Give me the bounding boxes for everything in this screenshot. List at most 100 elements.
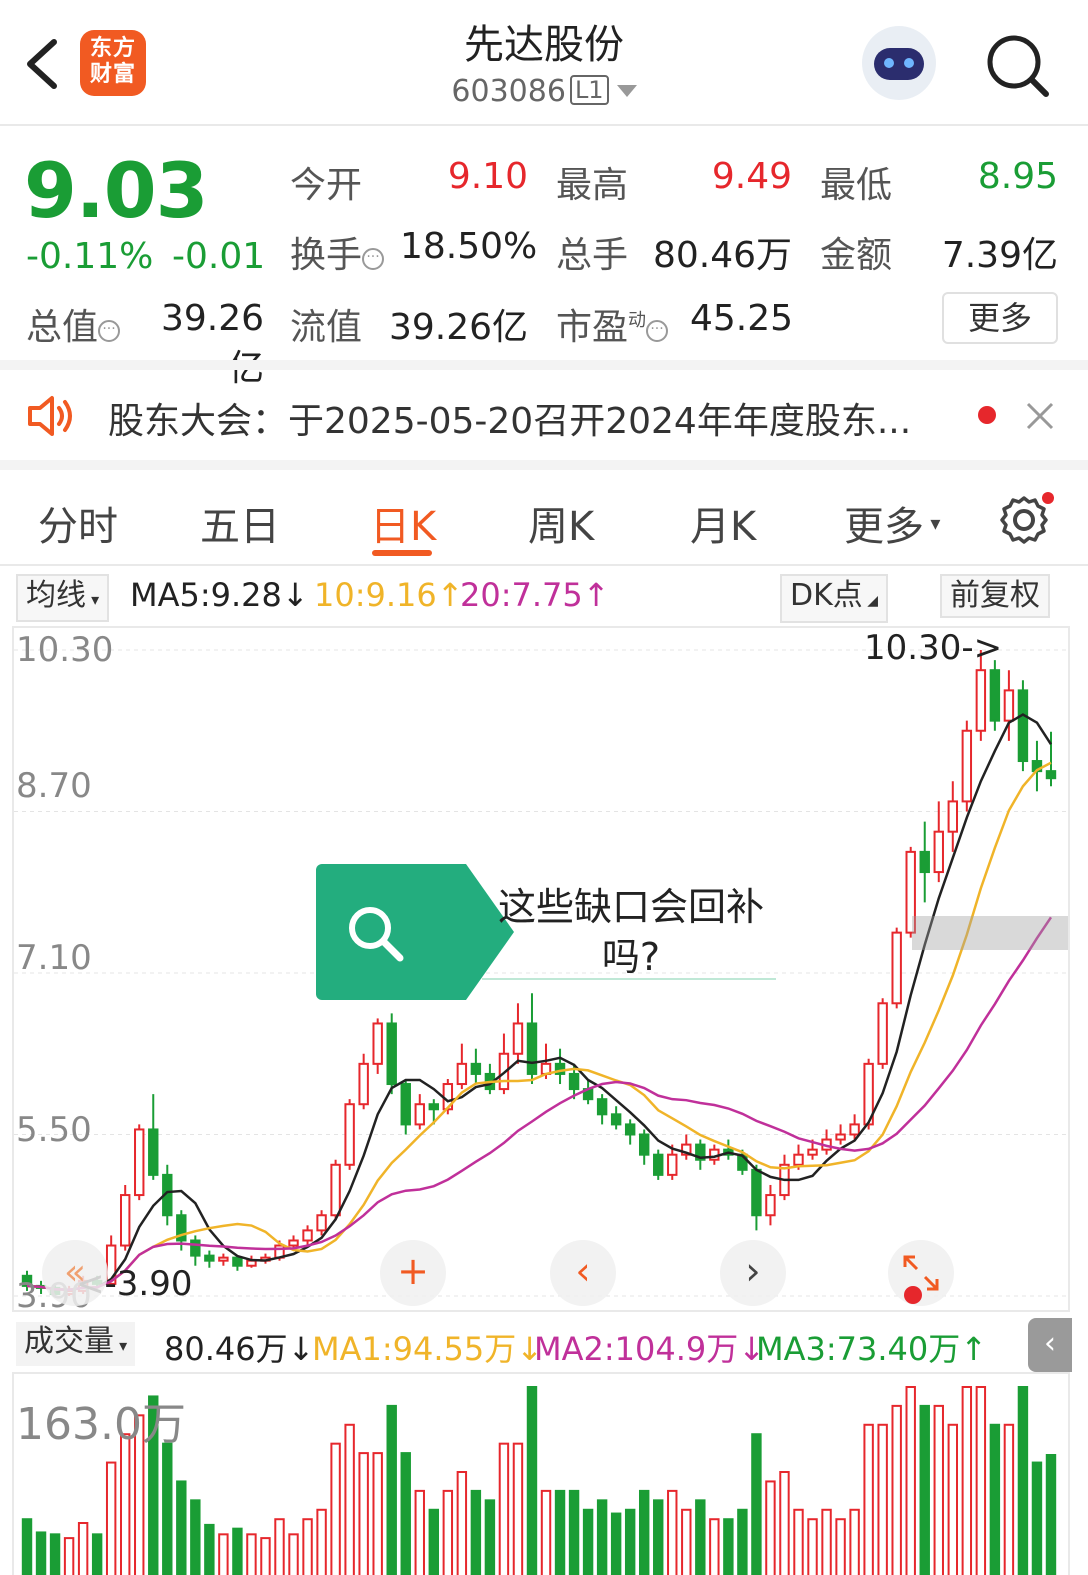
- volume-bar: [723, 1518, 734, 1575]
- volume-bar: [835, 1518, 846, 1575]
- candle: [653, 1149, 664, 1180]
- stock-code: 603086: [451, 74, 566, 109]
- candle: [512, 1003, 524, 1064]
- volume-bar: [484, 1499, 496, 1575]
- volume-bar: [470, 1489, 482, 1575]
- volume-bar: [288, 1533, 299, 1575]
- float-value: 39.26亿: [388, 307, 528, 348]
- amount-label: 金额: [820, 235, 893, 276]
- volume-label: 总手: [556, 235, 629, 276]
- collapse-panel-button[interactable]: ‹: [1028, 1318, 1072, 1372]
- volume-bar: [554, 1489, 566, 1575]
- volume-bar: [260, 1537, 271, 1575]
- volume-bar: [526, 1386, 538, 1575]
- gap-highlight: [912, 916, 1068, 950]
- volume-value: 80.46万: [652, 235, 792, 276]
- candle: [316, 1210, 327, 1236]
- volume-bar: [190, 1499, 201, 1575]
- candle: [765, 1184, 776, 1226]
- volume-bar: [246, 1533, 257, 1575]
- volume-bar: [63, 1537, 75, 1575]
- close-icon[interactable]: [1024, 400, 1056, 432]
- search-icon[interactable]: [982, 30, 1052, 100]
- volume-bar: [891, 1404, 902, 1575]
- volume-bar: [414, 1489, 425, 1575]
- candle: [947, 781, 959, 852]
- volume-bar: [933, 1404, 944, 1575]
- volume-bar: [274, 1518, 285, 1575]
- volume-bar: [386, 1404, 397, 1575]
- dk-button[interactable]: DK点 ◢: [780, 574, 888, 623]
- low-value: 8.95: [977, 156, 1058, 197]
- volume-bar: [512, 1442, 524, 1575]
- candle: [989, 660, 1001, 731]
- candle: [891, 927, 902, 1009]
- volume-bar: [119, 1433, 131, 1575]
- candle: [1031, 740, 1043, 792]
- candle: [933, 801, 944, 883]
- volume-bar: [582, 1508, 594, 1575]
- candle: [610, 1106, 622, 1130]
- volume-bar: [302, 1518, 313, 1575]
- candle: [302, 1225, 313, 1246]
- change-amount: -0.01: [172, 236, 266, 277]
- candle: [386, 1013, 397, 1095]
- candle: [344, 1099, 355, 1170]
- candle: [498, 1033, 510, 1095]
- candle: [372, 1018, 383, 1074]
- volume-bar: [316, 1508, 327, 1575]
- candle: [400, 1078, 411, 1135]
- gap-question-card[interactable]: 这些缺口会回补 吗?: [316, 864, 806, 1000]
- tab-more[interactable]: 更多 ▾: [844, 494, 940, 552]
- volume-bar: [695, 1499, 706, 1575]
- volume-bar: [596, 1499, 608, 1575]
- volume-bar: [49, 1533, 61, 1575]
- ma10-text: 10:9.16↑: [314, 576, 464, 614]
- mktcap-label: 总值 ···: [26, 298, 121, 350]
- volume-bar: [1031, 1461, 1043, 1575]
- dropdown-icon: [616, 85, 637, 97]
- candle: [821, 1129, 832, 1155]
- volume-bar: [91, 1533, 103, 1575]
- tab-five-day[interactable]: 五日: [200, 494, 280, 552]
- tab-intraday[interactable]: 分时: [38, 494, 118, 552]
- chevron-right-icon[interactable]: ›: [720, 1240, 786, 1306]
- volume-indicator-select[interactable]: 成交量 ▾: [16, 1322, 136, 1366]
- amount-value: 7.39亿: [941, 235, 1058, 276]
- scroll-left-button[interactable]: «: [42, 1240, 108, 1306]
- float-label: 流值: [290, 307, 363, 348]
- tab-weekly-k[interactable]: 周K: [528, 494, 594, 552]
- candle: [751, 1164, 762, 1231]
- volume-bar: [905, 1386, 916, 1575]
- chevron-left-icon[interactable]: ‹: [550, 1240, 616, 1306]
- candle: [119, 1184, 131, 1251]
- candle: [554, 1048, 566, 1085]
- tab-daily-k[interactable]: 日K: [370, 494, 436, 552]
- candle: [190, 1235, 201, 1266]
- candle: [624, 1119, 636, 1145]
- volume-axis-max: 163.0万: [16, 1399, 186, 1450]
- change-percent: -0.11%: [26, 236, 154, 277]
- open-value: 9.10: [447, 156, 528, 197]
- volume-bar: [667, 1489, 678, 1575]
- indicator-select[interactable]: 均线 ▾: [16, 574, 110, 622]
- more-button[interactable]: 更多: [942, 292, 1058, 344]
- notice-bar[interactable]: 股东大会：于2025-05-20召开2024年年度股东...: [0, 370, 1088, 462]
- tab-monthly-k[interactable]: 月K: [690, 494, 756, 552]
- volume-bar: [35, 1531, 47, 1575]
- volume-bar: [344, 1423, 355, 1575]
- max-price-marker: 10.30->: [864, 628, 1003, 668]
- price-axis-label: 8.70: [16, 766, 92, 806]
- volume-bar: [456, 1471, 468, 1575]
- assistant-robot-icon[interactable]: [862, 26, 936, 100]
- candle: [779, 1154, 790, 1201]
- active-tab-indicator: [372, 550, 432, 556]
- adjust-button[interactable]: 前复权: [940, 574, 1050, 618]
- gear-icon[interactable]: [998, 490, 1054, 546]
- candle: [919, 821, 930, 903]
- volume-bar: [218, 1533, 229, 1575]
- volume-bar: [653, 1499, 664, 1575]
- volume-bar: [975, 1386, 987, 1575]
- volume-bar: [232, 1527, 243, 1575]
- plus-icon[interactable]: +: [380, 1240, 446, 1306]
